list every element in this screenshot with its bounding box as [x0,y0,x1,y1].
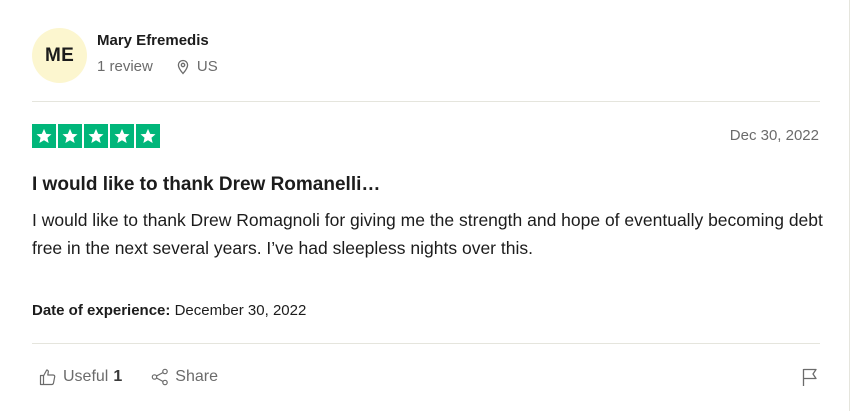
consumer-info: Mary Efremedis 1 review US [97,32,218,75]
location-pin-icon [177,59,189,74]
date-of-experience: Date of experience: December 30, 2022 [32,302,306,319]
consumer-meta: 1 review US [97,58,218,75]
consumer-header: ME Mary Efremedis 1 review US [32,28,218,83]
star-rating [32,124,162,148]
divider [32,343,820,344]
experience-label: Date of experience: [32,302,171,319]
consumer-country: US [196,58,218,75]
consumer-location: US [175,58,218,75]
share-label: Share [175,368,218,385]
review-actions: Useful 1 Share [38,367,218,387]
avatar-initials: ME [45,44,74,66]
review-count: 1 review [97,58,153,75]
useful-count: 1 [113,368,123,385]
divider [32,101,820,102]
flag-icon [802,368,817,386]
experience-value: December 30, 2022 [174,302,307,319]
share-button[interactable]: Share [150,367,218,387]
useful-label: Useful [63,368,109,385]
star-icon [84,124,108,148]
review-text: I would like to thank Drew Romagnoli for… [32,210,823,258]
review-date: Dec 30, 2022 [729,127,819,144]
share-icon [151,368,169,386]
star-icon [58,124,82,148]
thumbs-up-icon [39,369,56,386]
star-icon [32,124,56,148]
review-card: ME Mary Efremedis 1 review US Dec 30, 20… [0,0,850,411]
review-title[interactable]: I would like to thank Drew Romanelli… [32,174,380,196]
avatar[interactable]: ME [32,28,87,83]
star-icon [110,124,134,148]
star-icon [136,124,160,148]
report-button[interactable] [800,367,820,392]
useful-button[interactable]: Useful 1 [38,367,122,387]
consumer-name[interactable]: Mary Efremedis [97,32,218,50]
